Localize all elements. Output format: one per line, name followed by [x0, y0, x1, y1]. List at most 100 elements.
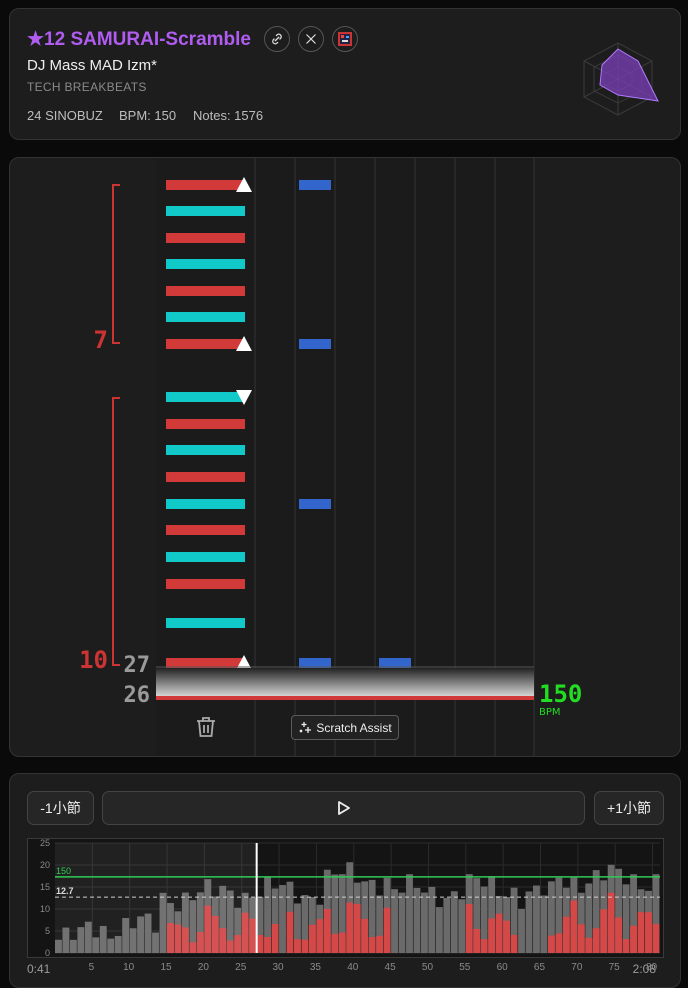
x-tick-label: 70 — [571, 962, 583, 973]
density-bar-scratch — [630, 925, 637, 953]
x-logo-icon — [306, 34, 316, 44]
x-tick-label: 45 — [384, 962, 396, 973]
density-bar-scratch — [570, 900, 578, 953]
scratch-note — [166, 618, 245, 628]
y-tick-label: 10 — [40, 904, 50, 914]
density-bar-scratch — [488, 918, 496, 953]
density-bar-scratch — [585, 937, 593, 953]
prev-measure-button[interactable]: -1小節 — [27, 791, 94, 825]
density-bar-scratch — [622, 939, 630, 953]
x-tick-label: 80 — [645, 962, 658, 973]
scratch-note — [166, 445, 245, 455]
group-label-7: 7 — [94, 326, 108, 354]
density-bar-scratch — [338, 932, 346, 953]
play-icon — [337, 801, 350, 815]
time-start: 0:41 — [27, 962, 51, 976]
density-bar-total — [279, 885, 286, 953]
group-bracket-2 — [112, 397, 120, 666]
density-bar-total — [525, 891, 533, 953]
note-density-graph[interactable]: 25 20 15 10 5 0 150 12.7 — [27, 838, 664, 958]
density-bar-scratch — [383, 907, 391, 953]
density-bar-scratch — [308, 924, 316, 953]
density-bar-scratch — [271, 923, 279, 953]
y-tick-label: 0 — [45, 948, 50, 957]
density-bar-scratch — [323, 908, 331, 953]
judge-area — [156, 668, 534, 700]
link-icon — [272, 33, 282, 45]
scratch-assist-label: Scratch Assist — [316, 720, 392, 735]
scratch-note — [166, 180, 245, 190]
density-bar-scratch — [510, 934, 518, 953]
scratch-note — [166, 419, 245, 429]
scratch-note — [166, 259, 245, 269]
judge-line — [156, 696, 534, 700]
density-bar-total — [391, 889, 398, 953]
song-title: ★12 SAMURAI-Scramble — [27, 29, 251, 50]
density-bar-scratch — [353, 904, 361, 953]
density-bar-scratch — [368, 937, 376, 953]
density-bar-scratch — [331, 933, 339, 953]
scratch-note — [166, 312, 245, 322]
density-bar-total — [518, 908, 525, 953]
trash-button[interactable] — [194, 715, 218, 739]
genre-label: TECH BREAKBEATS — [27, 80, 147, 94]
density-bar-scratch — [294, 939, 301, 953]
next-measure-button[interactable]: +1小節 — [594, 791, 664, 825]
scratch-note — [166, 525, 245, 535]
player-card: -1小節 +1小節 25 20 15 10 5 0 150 12.7 0:41 2:08 51… — [9, 773, 681, 988]
density-bar-scratch — [592, 928, 600, 953]
bpm-line-label: 150 — [56, 866, 71, 876]
scratch-note — [166, 233, 245, 243]
share-x-button[interactable] — [298, 26, 324, 52]
sparkle-icon — [299, 721, 312, 733]
played-region — [55, 843, 257, 953]
density-bar-scratch — [637, 912, 645, 953]
density-bar-scratch — [256, 934, 264, 953]
density-bar-scratch — [547, 935, 555, 953]
version-label: 24 SINOBUZ — [27, 108, 103, 123]
key-note — [299, 339, 331, 349]
density-bar-total — [435, 907, 443, 953]
density-bar-scratch — [615, 917, 623, 953]
play-button[interactable] — [102, 791, 585, 825]
density-bar-scratch — [301, 939, 309, 953]
x-tick-label: 60 — [496, 962, 508, 973]
thumbnail-button[interactable] — [332, 26, 358, 52]
density-graph-svg: 25 20 15 10 5 0 150 12.7 — [40, 838, 660, 958]
density-bar-scratch — [562, 916, 570, 953]
chart-lanes: 7 10 27 26 150 BPM — [79, 158, 582, 756]
thumbnail-icon — [338, 32, 352, 46]
x-tick-label: 15 — [160, 962, 172, 973]
scratch-note — [166, 339, 245, 349]
density-bar-total — [540, 895, 548, 953]
link-button[interactable] — [264, 26, 290, 52]
density-bar-total — [398, 892, 406, 953]
artist-name: DJ Mass MAD Izm* — [27, 57, 158, 74]
scratch-note — [166, 552, 245, 562]
x-tick-label: 20 — [197, 962, 209, 973]
song-info-card: ★12 SAMURAI-Scramble DJ Mass MAD Izm* TE… — [9, 8, 681, 140]
scratch-note — [166, 472, 245, 482]
key-note — [299, 499, 331, 509]
density-bar-scratch — [465, 903, 473, 953]
density-bar-total — [406, 874, 413, 953]
density-bar-scratch — [607, 892, 615, 953]
group-bracket-1 — [112, 184, 120, 344]
density-bar-scratch — [286, 911, 294, 953]
x-tick-label: 40 — [347, 962, 359, 973]
density-bar-scratch — [480, 939, 488, 953]
density-bar-total — [443, 897, 451, 953]
measure-previous: 26 — [124, 683, 151, 708]
x-tick-label: 50 — [421, 962, 434, 973]
y-tick-label: 15 — [40, 882, 50, 892]
x-tick-label: 35 — [309, 962, 321, 973]
scratch-note — [166, 392, 245, 402]
radar-chart-icon — [583, 42, 659, 116]
trash-icon — [197, 717, 215, 737]
density-bar-scratch — [645, 912, 652, 953]
scratch-assist-button[interactable]: Scratch Assist — [291, 715, 399, 740]
chart-viewer: 7 10 27 26 150 BPM Scratch Assist — [9, 157, 681, 757]
group-label-10: 10 — [79, 646, 108, 674]
notes-label: Notes: 1576 — [193, 108, 264, 123]
density-bar-total — [420, 892, 428, 953]
